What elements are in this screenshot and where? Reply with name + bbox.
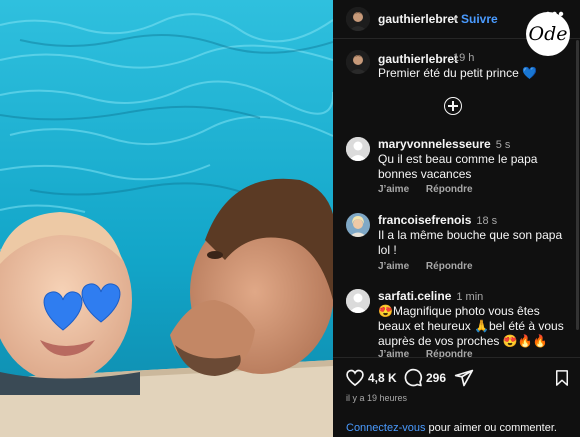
reply-comment-button[interactable]: Répondre — [426, 349, 473, 360]
comment-username-text[interactable]: sarfati.celine — [378, 289, 451, 303]
comments-scrollbar[interactable] — [576, 40, 579, 330]
login-prompt: Connectez-vous pour aimer ou commenter. — [346, 422, 557, 434]
brand-logo: Ode — [526, 12, 570, 56]
likes-count[interactable]: 4,8 K — [368, 371, 397, 385]
like-comment-button[interactable]: J’aime — [378, 349, 409, 360]
author-username[interactable]: gauthierlebret — [378, 12, 458, 26]
comment-time: 18 s — [476, 215, 498, 227]
comment-username-text[interactable]: francoisefrenois — [378, 213, 471, 227]
comment-time: 5 s — [495, 139, 511, 151]
author-avatar[interactable] — [346, 7, 370, 31]
heart-icon[interactable] — [345, 368, 365, 388]
login-link[interactable]: Connectez-vous — [346, 422, 426, 434]
caption-username[interactable]: gauthierlebret — [378, 52, 458, 66]
comment-icon[interactable] — [403, 368, 423, 388]
like-comment-button[interactable]: J’aime — [378, 184, 409, 195]
default-avatar-icon[interactable] — [346, 137, 370, 161]
post-actions-bar: 4,8 K 296 — [333, 365, 580, 391]
post-photo[interactable] — [0, 0, 333, 437]
instagram-post-view: gauthierlebret • Suivre ••• gauthierlebr… — [0, 0, 580, 437]
post-details-panel: gauthierlebret • Suivre ••• gauthierlebr… — [333, 0, 580, 437]
caption-body: Premier été du petit prince — [378, 66, 519, 80]
actions-divider — [333, 357, 580, 358]
comment-text: Qu il est beau comme le papa bonnes vaca… — [378, 152, 538, 181]
caption-text: Premier été du petit prince 💙 — [378, 66, 537, 80]
comment-username-text[interactable]: maryvonnelesseure — [378, 137, 491, 151]
login-prompt-text: pour aimer ou commenter. — [425, 422, 557, 434]
comment-text: Il a la même bouche que son papa lol ! — [378, 228, 563, 257]
commenter-avatar[interactable] — [346, 213, 370, 237]
comment-username[interactable]: maryvonnelesseure 5 s — [378, 137, 510, 151]
reply-comment-button[interactable]: Répondre — [426, 261, 473, 272]
comment-actions: J’aime Répondre — [378, 261, 487, 272]
share-icon[interactable] — [454, 368, 474, 388]
photo-illustration — [0, 0, 333, 437]
comment-username[interactable]: sarfati.celine 1 min — [378, 289, 483, 303]
caption-avatar[interactable] — [346, 50, 370, 74]
default-avatar-icon[interactable] — [346, 289, 370, 313]
comment-username[interactable]: francoisefrenois 18 s — [378, 213, 497, 227]
comment-actions: J’aime Répondre — [378, 184, 487, 195]
reply-comment-button[interactable]: Répondre — [426, 184, 473, 195]
like-comment-button[interactable]: J’aime — [378, 261, 409, 272]
bookmark-icon[interactable] — [553, 368, 571, 388]
comment-time: 1 min — [456, 291, 484, 303]
comment-text: 😍Magnifique photo vous êtes beaux et heu… — [378, 304, 564, 348]
post-time-ago: il y a 19 heures — [346, 393, 408, 403]
caption-time: 19 h — [453, 52, 475, 64]
comments-count[interactable]: 296 — [426, 371, 446, 385]
header-separator: • — [453, 12, 458, 26]
follow-button[interactable]: Suivre — [461, 12, 498, 26]
comment-actions: J’aime Répondre — [378, 349, 487, 360]
blue-heart-emoji: 💙 — [522, 66, 538, 80]
plus-circle-icon[interactable] — [444, 97, 462, 115]
